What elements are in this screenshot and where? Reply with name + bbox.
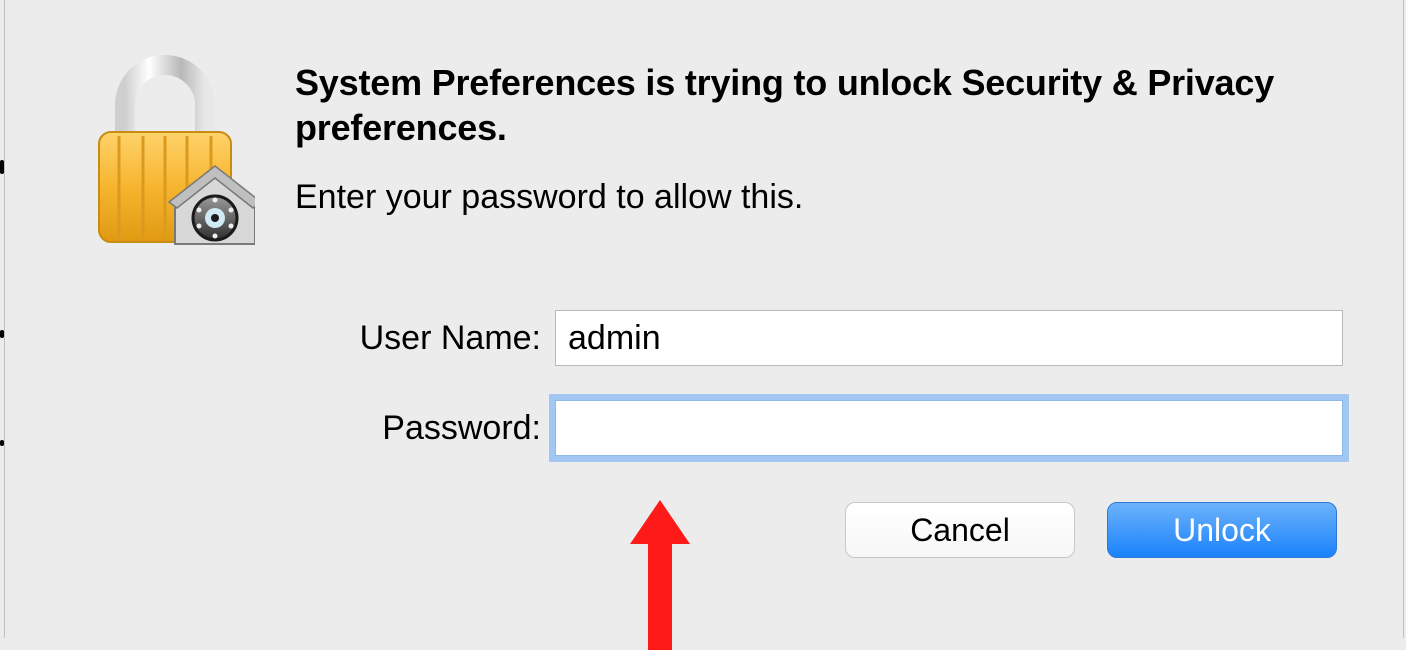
lock-icon — [75, 50, 255, 250]
dialog-title: System Preferences is trying to unlock S… — [295, 60, 1343, 150]
dialog-messages: System Preferences is trying to unlock S… — [295, 50, 1343, 217]
dialog-header-row: System Preferences is trying to unlock S… — [65, 50, 1343, 250]
auth-dialog: System Preferences is trying to unlock S… — [4, 0, 1404, 638]
unlock-button[interactable]: Unlock — [1107, 502, 1337, 558]
edge-artifact — [0, 160, 4, 174]
cancel-button[interactable]: Cancel — [845, 502, 1075, 558]
dialog-buttons: Cancel Unlock — [295, 502, 1343, 558]
password-row: Password: — [295, 400, 1343, 456]
lock-icon-container — [65, 50, 295, 250]
password-input[interactable] — [555, 400, 1343, 456]
credentials-form: User Name: Password: Cancel Unlock — [65, 310, 1343, 558]
username-label: User Name: — [295, 319, 555, 358]
edge-artifact — [0, 330, 4, 338]
username-input[interactable] — [555, 310, 1343, 366]
password-label: Password: — [295, 409, 555, 448]
edge-artifact — [0, 440, 4, 446]
dialog-subtitle: Enter your password to allow this. — [295, 178, 1343, 217]
username-row: User Name: — [295, 310, 1343, 366]
